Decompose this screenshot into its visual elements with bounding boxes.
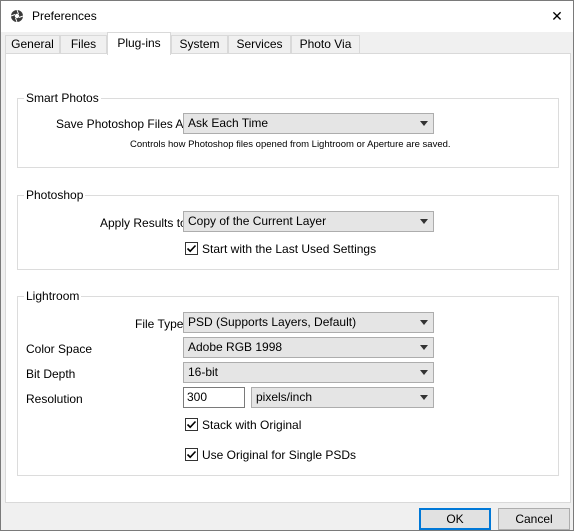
single-psd-checkbox[interactable] [185,448,198,461]
save-as-dropdown[interactable]: Ask Each Time [183,113,434,134]
lightroom-title: Lightroom [24,289,82,303]
apply-results-value: Copy of the Current Layer [188,214,327,228]
chevron-down-icon [420,395,428,400]
smart-photos-description: Controls how Photoshop files opened from… [130,139,451,150]
close-button[interactable]: ✕ [545,4,569,28]
bit-depth-label: Bit Depth [26,367,76,381]
title-bar: Preferences ✕ [1,1,573,32]
window-title: Preferences [32,9,97,23]
button-bar: OK Cancel [1,503,573,530]
checkmark-icon [186,450,197,459]
stack-original-label: Stack with Original [202,418,302,432]
photoshop-group: Photoshop [17,188,559,270]
chevron-down-icon [420,320,428,325]
close-icon: ✕ [551,8,563,24]
color-space-dropdown[interactable]: Adobe RGB 1998 [183,337,434,358]
apply-results-label: Apply Results to [100,216,187,230]
photoshop-title: Photoshop [24,188,86,202]
chevron-down-icon [420,121,428,126]
resolution-label: Resolution [26,392,83,406]
resolution-unit-value: pixels/inch [256,390,313,404]
checkmark-icon [186,420,197,429]
preferences-window: Preferences ✕ General Files Plug-ins Sys… [0,0,574,531]
single-psd-label: Use Original for Single PSDs [202,448,357,462]
chevron-down-icon [420,370,428,375]
smart-photos-title: Smart Photos [24,91,101,105]
chevron-down-icon [420,345,428,350]
apply-results-dropdown[interactable]: Copy of the Current Layer [183,211,434,232]
bit-depth-value: 16-bit [188,365,219,379]
tab-photo-via[interactable]: Photo Via [291,35,360,54]
resolution-value: 300 [187,390,208,404]
save-as-label: Save Photoshop Files As: [56,117,193,131]
file-type-value: PSD (Supports Layers, Default) [188,315,357,329]
ok-button[interactable]: OK [419,508,491,530]
resolution-input[interactable]: 300 [183,387,245,408]
file-type-label: File Type [135,317,184,331]
plug-ins-page: Smart Photos Save Photoshop Files As: As… [5,53,571,503]
resolution-unit-dropdown[interactable]: pixels/inch [251,387,434,408]
save-as-value: Ask Each Time [188,116,269,130]
color-space-value: Adobe RGB 1998 [188,340,283,354]
tab-strip: General Files Plug-ins System Services P… [5,32,571,55]
last-used-label: Start with the Last Used Settings [202,242,377,256]
tab-files[interactable]: Files [60,35,107,54]
tab-services[interactable]: Services [228,35,291,54]
color-space-label: Color Space [26,342,93,356]
file-type-dropdown[interactable]: PSD (Supports Layers, Default) [183,312,434,333]
cancel-button[interactable]: Cancel [498,508,570,530]
chevron-down-icon [420,219,428,224]
camera-shutter-icon [10,9,24,23]
checkmark-icon [186,244,197,253]
tab-system[interactable]: System [171,35,228,54]
last-used-checkbox[interactable] [185,242,198,255]
tab-general[interactable]: General [5,35,60,54]
stack-original-checkbox[interactable] [185,418,198,431]
tab-plug-ins[interactable]: Plug-ins [107,32,171,55]
bit-depth-dropdown[interactable]: 16-bit [183,362,434,383]
